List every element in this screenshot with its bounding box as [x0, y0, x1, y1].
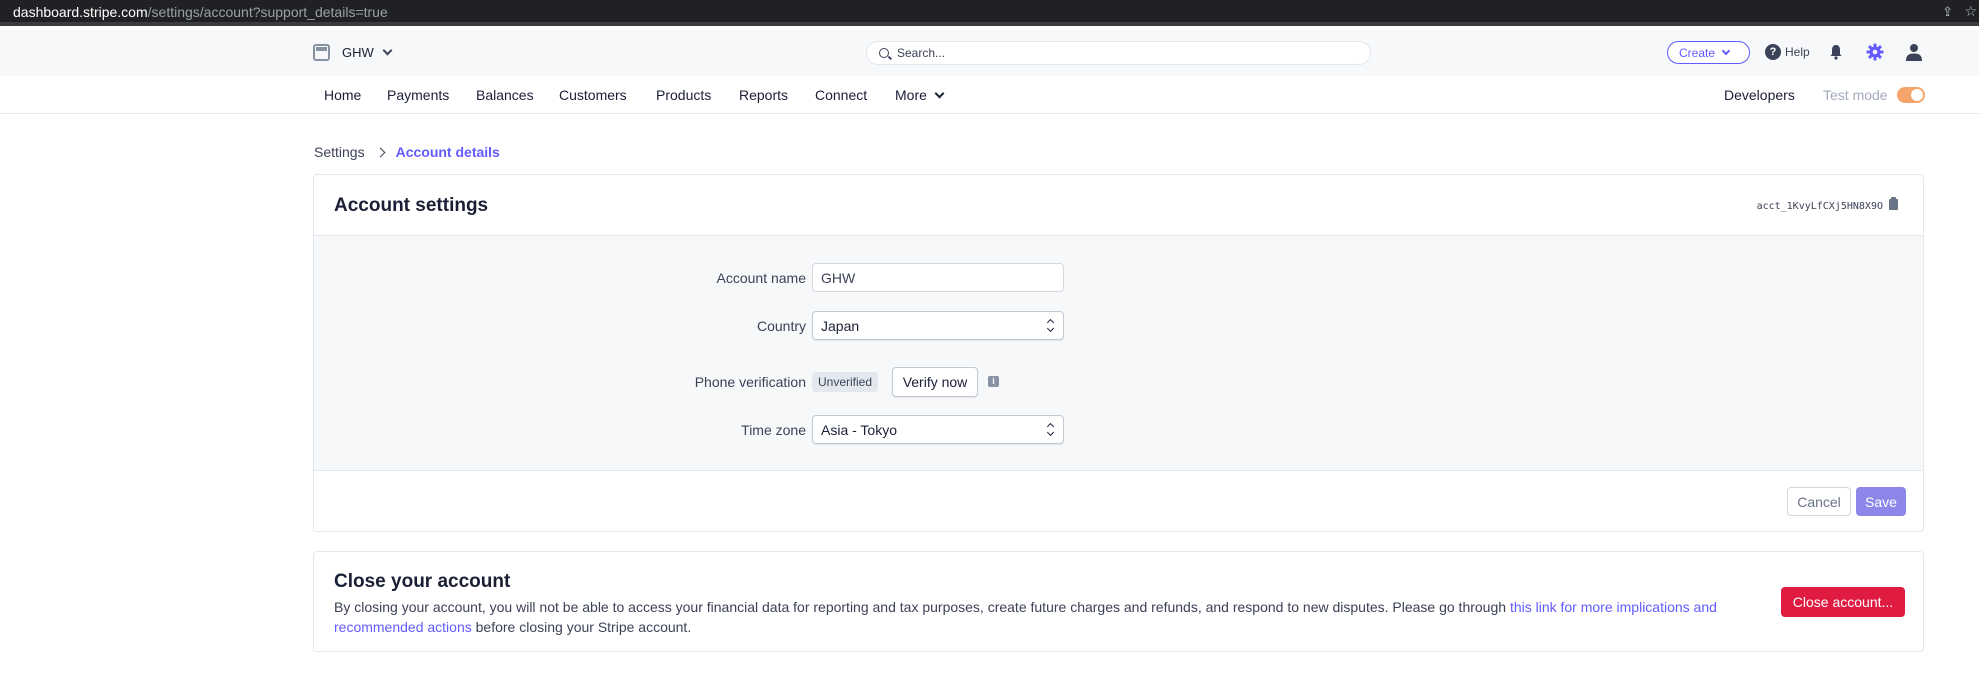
nav-item-developers[interactable]: Developers [1724, 87, 1795, 103]
select-arrows-icon [1047, 319, 1055, 333]
status-badge: Unverified [812, 372, 879, 392]
account-name-label: Account name [716, 270, 807, 286]
close-account-text-before: By closing your account, you will not be… [334, 599, 1510, 615]
chevron-down-icon [1721, 46, 1731, 55]
account-name: GHW [342, 45, 374, 60]
help-icon: ? [1765, 44, 1781, 60]
help-button[interactable]: ? Help [1765, 44, 1810, 60]
help-label: Help [1785, 45, 1810, 59]
phone-verification-label: Phone verification [694, 374, 806, 390]
time-zone-label: Time zone [741, 422, 806, 438]
nav-item-payments[interactable]: Payments [387, 87, 449, 103]
share-icon[interactable]: ⇪ [1942, 4, 1953, 20]
breadcrumb-current: Account details [395, 144, 500, 160]
nav-item-home[interactable]: Home [324, 87, 361, 103]
info-icon[interactable]: i [988, 376, 999, 387]
nav-item-connect[interactable]: Connect [815, 87, 867, 103]
close-account-text-after: before closing your Stripe account. [471, 619, 692, 635]
chevron-down-icon [382, 45, 393, 56]
nav-item-customers[interactable]: Customers [559, 87, 627, 103]
cancel-button[interactable]: Cancel [1787, 487, 1851, 516]
country-value: Japan [821, 318, 860, 334]
chevron-down-icon [934, 88, 945, 99]
country-label: Country [756, 318, 806, 334]
main-nav: Home Payments Balances Customers Product… [0, 76, 1979, 114]
country-select[interactable]: Japan [812, 311, 1064, 340]
bell-icon[interactable] [1829, 44, 1843, 60]
nav-item-products[interactable]: Products [656, 87, 711, 103]
search-input[interactable] [897, 45, 1357, 61]
browser-url-bar: dashboard.stripe.com/settings/account?su… [0, 0, 1979, 26]
search-bar [866, 41, 1371, 65]
star-icon[interactable]: ☆ [1964, 3, 1977, 20]
test-mode-toggle[interactable] [1897, 87, 1925, 103]
breadcrumb-settings[interactable]: Settings [314, 144, 365, 160]
nav-item-reports[interactable]: Reports [739, 87, 788, 103]
user-icon[interactable] [1905, 43, 1923, 61]
close-account-description: By closing your account, you will not be… [334, 597, 1754, 637]
time-zone-value: Asia - Tokyo [821, 422, 897, 438]
nav-more-label: More [895, 87, 927, 103]
url-host: dashboard.stripe.com [13, 4, 148, 20]
gear-icon[interactable] [1866, 43, 1884, 61]
settings-form: Account name Country Japan Phone verific… [314, 235, 1923, 471]
close-account-title: Close your account [334, 571, 511, 592]
clipboard-icon[interactable] [1889, 197, 1898, 210]
nav-item-more[interactable]: More [895, 87, 945, 103]
create-button[interactable]: Create [1667, 41, 1750, 64]
nav-item-balances[interactable]: Balances [476, 87, 534, 103]
chevron-right-icon [375, 147, 386, 157]
close-account-card: Close your account By closing your accou… [313, 551, 1924, 652]
account-settings-card: Account settings acct_1KvyLfCXj5HN8X9O A… [313, 174, 1924, 532]
save-button[interactable]: Save [1856, 487, 1906, 516]
top-header: GHW Create ? Help [0, 30, 1979, 76]
account-name-input[interactable] [812, 263, 1064, 292]
url-field[interactable]: dashboard.stripe.com/settings/account?su… [13, 4, 388, 20]
breadcrumb: Settings Account details [314, 144, 500, 160]
toggle-knob [1911, 89, 1923, 101]
close-account-button[interactable]: Close account... [1781, 587, 1905, 617]
time-zone-select[interactable]: Asia - Tokyo [812, 415, 1064, 444]
account-logo-icon [313, 44, 330, 61]
account-switcher[interactable]: GHW [313, 44, 393, 61]
verify-now-button[interactable]: Verify now [892, 367, 978, 397]
account-id: acct_1KvyLfCXj5HN8X9O [1756, 201, 1883, 212]
search-icon [879, 48, 889, 58]
card-title: Account settings [334, 195, 489, 216]
test-mode-label: Test mode [1823, 87, 1888, 103]
select-arrows-icon [1047, 423, 1055, 437]
create-label: Create [1679, 45, 1716, 60]
url-path: /settings/account?support_details=true [147, 4, 388, 20]
